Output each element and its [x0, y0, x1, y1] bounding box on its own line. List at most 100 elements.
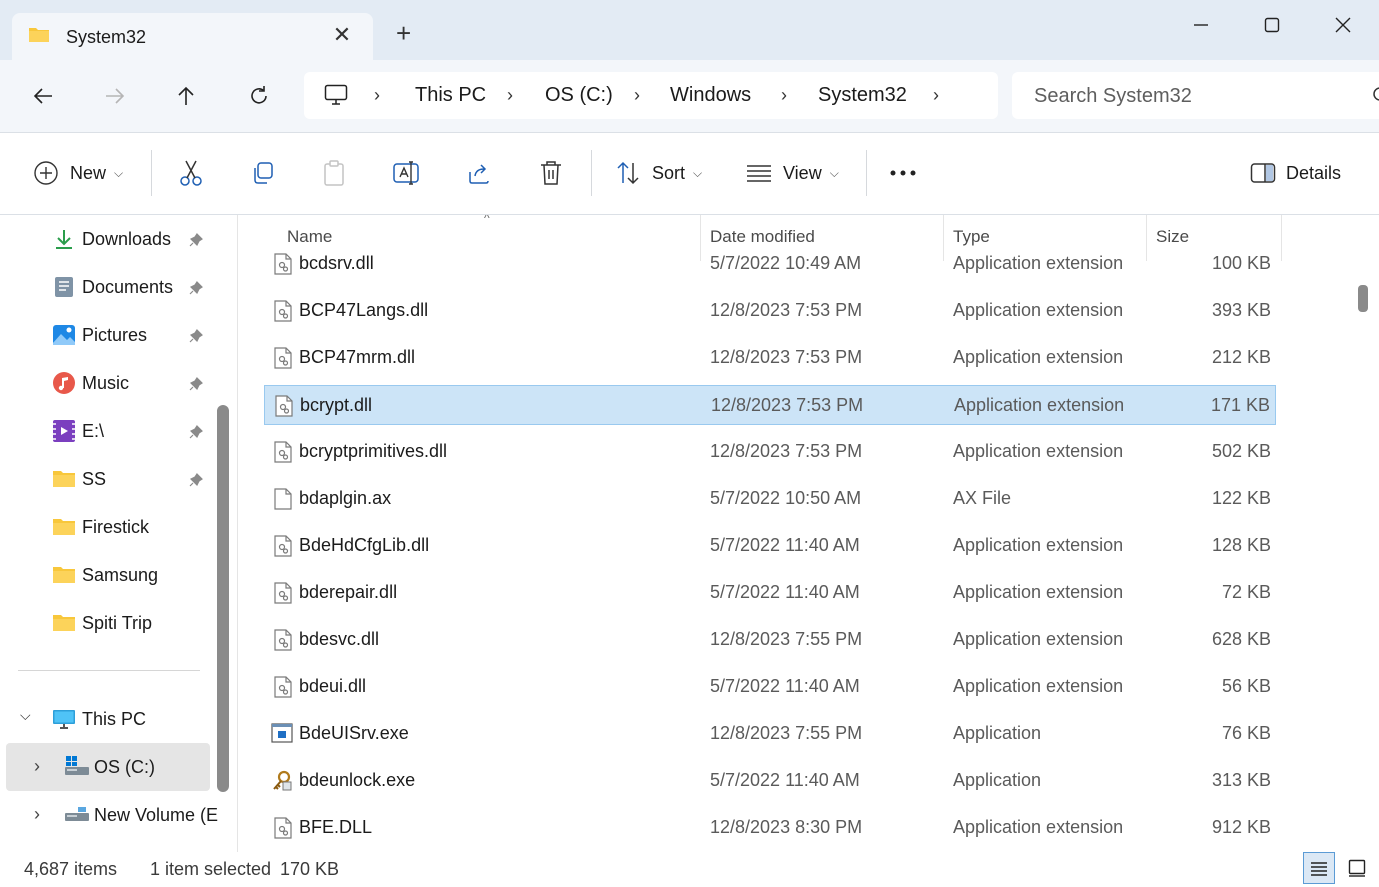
- file-row[interactable]: bcryptprimitives.dll 12/8/2023 7:53 PM App…: [264, 432, 1276, 472]
- file-row[interactable]: BCP47Langs.dll 12/8/2023 7:53 PM Applicati…: [264, 291, 1276, 331]
- details-pane-icon: [1249, 159, 1277, 187]
- pictures-icon: [53, 325, 75, 345]
- up-button[interactable]: [168, 78, 204, 114]
- nav-item-ss[interactable]: SS: [0, 457, 212, 501]
- pin-icon[interactable]: [188, 328, 204, 344]
- delete-button[interactable]: [537, 155, 565, 191]
- paste-button[interactable]: [320, 155, 348, 191]
- back-button[interactable]: [25, 78, 61, 114]
- breadcrumb-chevron-icon[interactable]: ›: [933, 85, 939, 106]
- breadcrumb-os-c[interactable]: OS (C:): [545, 84, 613, 107]
- sort-button[interactable]: Sort ⌵: [614, 155, 702, 191]
- details-pane-button[interactable]: Details: [1249, 155, 1341, 191]
- file-row[interactable]: BFE.DLL 12/8/2023 8:30 PM Application exte…: [264, 808, 1276, 848]
- nav-item-documents[interactable]: Documents: [0, 265, 212, 309]
- search-box[interactable]: [1012, 72, 1379, 119]
- chevron-right-icon[interactable]: ›: [34, 756, 40, 777]
- nav-item-new-volume[interactable]: › New Volume (E: [0, 793, 218, 837]
- file-type: Application extension: [953, 582, 1124, 602]
- trash-icon: [537, 159, 565, 187]
- column-separator[interactable]: [1281, 215, 1282, 261]
- nav-item-firestick[interactable]: Firestick: [0, 505, 212, 549]
- breadcrumb-system32[interactable]: System32: [818, 84, 907, 107]
- details-view-button[interactable]: [1303, 852, 1335, 884]
- file-date-modified: 12/8/2023 7:55 PM: [710, 629, 863, 649]
- file-row[interactable]: bderepair.dll 5/7/2022 11:40 AM Applicatio…: [264, 573, 1276, 613]
- dll-file-icon: [274, 535, 292, 557]
- breadcrumb-chevron-icon[interactable]: ›: [781, 85, 787, 106]
- file-row[interactable]: BdeHdCfgLib.dll 5/7/2022 11:40 AM Applicat…: [264, 526, 1276, 566]
- tiles-view-button[interactable]: [1341, 852, 1373, 884]
- file-date-modified: 5/7/2022 11:40 AM: [710, 582, 860, 602]
- file-row[interactable]: bdeui.dll 5/7/2022 11:40 AM Application ex…: [264, 667, 1276, 707]
- file-row[interactable]: bdesvc.dll 12/8/2023 7:55 PM Application e…: [264, 620, 1276, 660]
- scissors-icon: [177, 159, 205, 187]
- close-window-button[interactable]: [1326, 10, 1360, 40]
- pin-icon[interactable]: [188, 232, 204, 248]
- file-date-modified: 5/7/2022 10:49 AM: [710, 253, 862, 273]
- breadcrumb-chevron-icon[interactable]: ›: [507, 85, 513, 106]
- new-button[interactable]: New ⌵: [32, 155, 123, 191]
- nav-item-this-pc[interactable]: ⌵ This PC: [0, 697, 212, 741]
- pin-icon[interactable]: [188, 376, 204, 392]
- nav-item-pictures[interactable]: Pictures: [0, 313, 212, 357]
- file-name: bdesvc.dll: [299, 629, 380, 649]
- minimize-button[interactable]: [1184, 10, 1218, 40]
- file-row[interactable]: bdaplgin.ax 5/7/2022 10:50 AM AX File 122 K…: [264, 479, 1276, 519]
- dll-file-icon: [274, 300, 292, 322]
- file-row[interactable]: bcrypt.dll 12/8/2023 7:53 PM Application e…: [264, 385, 1276, 425]
- nav-item-samsung[interactable]: Samsung: [0, 553, 212, 597]
- dll-file-icon: [274, 253, 292, 275]
- search-input[interactable]: [1032, 82, 1366, 110]
- share-button[interactable]: [465, 155, 493, 191]
- download-icon: [56, 230, 72, 249]
- file-list-scrollbar-thumb[interactable]: [1358, 285, 1368, 312]
- breadcrumb-chevron-icon[interactable]: ›: [634, 85, 640, 106]
- nav-scrollbar-thumb[interactable]: [217, 405, 229, 792]
- maximize-button[interactable]: [1255, 10, 1289, 40]
- breadcrumb-chevron-icon[interactable]: ›: [374, 85, 380, 106]
- file-type: Application extension: [953, 817, 1124, 837]
- file-row[interactable]: BdeUISrv.exe 12/8/2023 7:55 PM Application…: [264, 714, 1276, 754]
- navigation-pane: Downloads Documents Pictures Music E:\ S…: [0, 215, 238, 852]
- nav-item-os-c[interactable]: › OS (C:): [6, 743, 210, 791]
- breadcrumb-windows[interactable]: Windows: [670, 84, 751, 107]
- file-row[interactable]: BCP47mrm.dll 12/8/2023 7:53 PM Application…: [264, 338, 1276, 378]
- close-tab-icon[interactable]: ✕: [330, 22, 354, 48]
- pin-icon[interactable]: [188, 280, 204, 296]
- navigation-bar: › This PC › OS (C:) › Windows › System32…: [0, 60, 1379, 133]
- chevron-right-icon[interactable]: ›: [34, 804, 40, 825]
- breadcrumb-this-pc[interactable]: This PC: [415, 84, 486, 107]
- dll-file-icon: [274, 582, 292, 604]
- file-date-modified: 5/7/2022 11:40 AM: [710, 535, 860, 555]
- view-button[interactable]: View ⌵: [745, 155, 839, 191]
- new-tab-button[interactable]: +: [396, 20, 411, 46]
- item-count: 4,687 items: [24, 859, 118, 879]
- nav-item-spiti-trip[interactable]: Spiti Trip: [0, 601, 212, 645]
- address-bar[interactable]: › This PC › OS (C:) › Windows › System32…: [304, 72, 998, 119]
- refresh-button[interactable]: [241, 78, 277, 114]
- chevron-down-icon: ⌵: [693, 165, 703, 180]
- nav-item-e-drive[interactable]: E:\: [0, 409, 212, 453]
- dll-file-icon: [275, 395, 293, 417]
- forward-button[interactable]: [97, 78, 133, 114]
- search-icon: [1373, 87, 1379, 101]
- exe-file-icon: [271, 723, 293, 745]
- cut-button[interactable]: [177, 155, 205, 191]
- drive-windows-icon: [65, 756, 89, 775]
- chevron-down-icon[interactable]: ⌵: [20, 707, 31, 724]
- file-row[interactable]: bdeunlock.exe 5/7/2022 11:40 AM Applicatio…: [264, 761, 1276, 801]
- file-type: Application extension: [953, 676, 1124, 696]
- more-options-button[interactable]: [889, 155, 917, 191]
- tab-system32[interactable]: System32 ✕: [12, 13, 373, 60]
- file-type: Application extension: [953, 629, 1124, 649]
- separator: [591, 150, 592, 196]
- copy-button[interactable]: [249, 155, 277, 191]
- file-date-modified: 5/7/2022 10:50 AM: [710, 488, 862, 508]
- nav-item-music[interactable]: Music: [0, 361, 212, 405]
- pin-icon[interactable]: [188, 472, 204, 488]
- nav-item-downloads[interactable]: Downloads: [0, 217, 212, 261]
- rename-button[interactable]: [392, 155, 420, 191]
- pin-icon[interactable]: [188, 424, 204, 440]
- file-row[interactable]: bcdsrv.dll 5/7/2022 10:49 AM Application e…: [264, 244, 1276, 284]
